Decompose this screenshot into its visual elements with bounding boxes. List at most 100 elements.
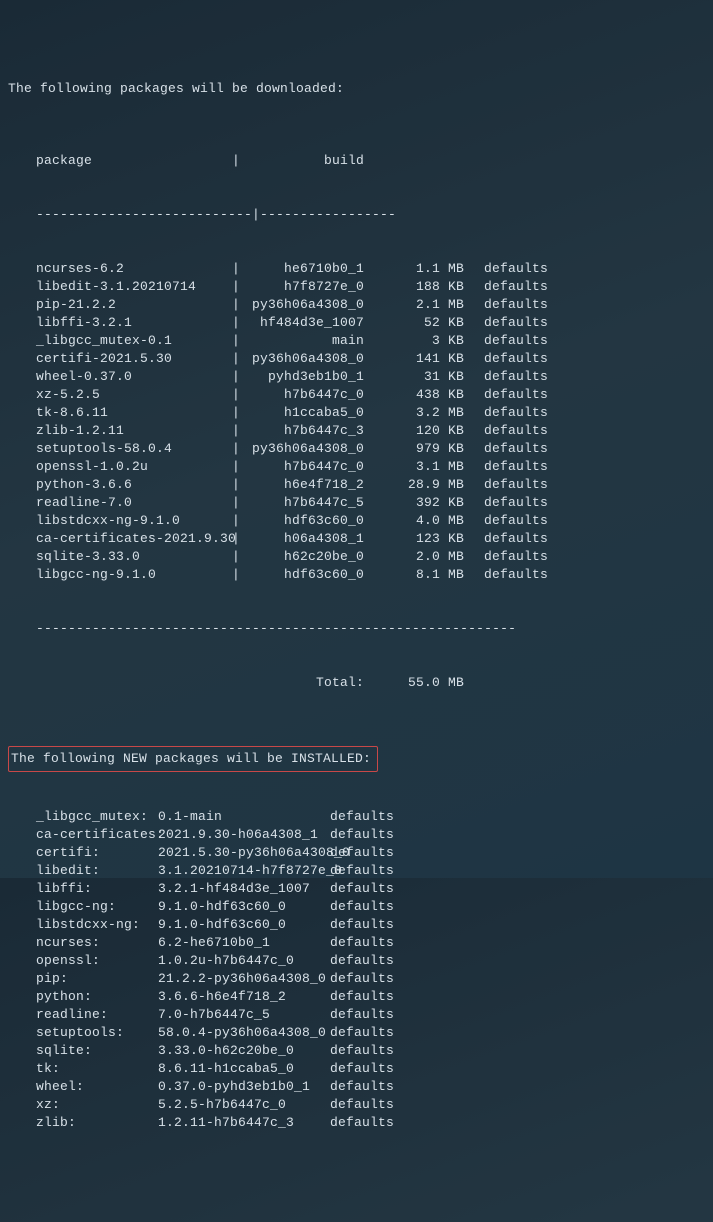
install-package-name: libedit: bbox=[8, 862, 158, 880]
download-row: openssl-1.0.2u|h7b6447c_03.1 MBdefaults bbox=[8, 458, 705, 476]
build-string: h7b6447c_5 bbox=[246, 494, 372, 512]
install-version: 2021.5.30-py36h06a4308_0 bbox=[158, 844, 330, 862]
install-version: 5.2.5-h7b6447c_0 bbox=[158, 1096, 330, 1114]
install-package-name: setuptools: bbox=[8, 1024, 158, 1042]
row-separator: | bbox=[232, 368, 246, 386]
total-row: Total: 55.0 MB bbox=[8, 674, 705, 692]
install-channel: defaults bbox=[330, 1078, 410, 1096]
install-channel: defaults bbox=[330, 844, 410, 862]
install-package-name: python: bbox=[8, 988, 158, 1006]
package-channel: defaults bbox=[472, 530, 552, 548]
install-package-name: sqlite: bbox=[8, 1042, 158, 1060]
download-row: python-3.6.6|h6e4f718_228.9 MBdefaults bbox=[8, 476, 705, 494]
install-row: tk:8.6.11-h1ccaba5_0defaults bbox=[8, 1060, 705, 1078]
install-package-name: libffi: bbox=[8, 880, 158, 898]
install-row: python:3.6.6-h6e4f718_2defaults bbox=[8, 988, 705, 1006]
row-separator: | bbox=[232, 494, 246, 512]
package-size: 979 KB bbox=[372, 440, 472, 458]
package-name: wheel-0.37.0 bbox=[8, 368, 232, 386]
package-size: 52 KB bbox=[372, 314, 472, 332]
install-channel: defaults bbox=[330, 880, 410, 898]
row-separator: | bbox=[232, 314, 246, 332]
build-string: h7b6447c_3 bbox=[246, 422, 372, 440]
install-package-name: ncurses: bbox=[8, 934, 158, 952]
install-version: 9.1.0-hdf63c60_0 bbox=[158, 898, 330, 916]
package-name: zlib-1.2.11 bbox=[8, 422, 232, 440]
package-size: 3.2 MB bbox=[372, 404, 472, 422]
download-row: libffi-3.2.1|hf484d3e_100752 KBdefaults bbox=[8, 314, 705, 332]
install-package-name: wheel: bbox=[8, 1078, 158, 1096]
row-separator: | bbox=[232, 566, 246, 584]
package-channel: defaults bbox=[472, 566, 552, 584]
package-channel: defaults bbox=[472, 332, 552, 350]
package-name: ca-certificates-2021.9.30 bbox=[8, 530, 232, 548]
package-channel: defaults bbox=[472, 458, 552, 476]
install-table-body: _libgcc_mutex:0.1-maindefaultsca-certifi… bbox=[8, 808, 705, 1132]
package-channel: defaults bbox=[472, 512, 552, 530]
download-section-title: The following packages will be downloade… bbox=[8, 80, 705, 98]
install-version: 2021.9.30-h06a4308_1 bbox=[158, 826, 330, 844]
build-string: pyhd3eb1b0_1 bbox=[246, 368, 372, 386]
install-version: 3.1.20210714-h7f8727e_0 bbox=[158, 862, 330, 880]
package-channel: defaults bbox=[472, 296, 552, 314]
install-row: openssl:1.0.2u-h7b6447c_0defaults bbox=[8, 952, 705, 970]
package-name: xz-5.2.5 bbox=[8, 386, 232, 404]
package-size: 141 KB bbox=[372, 350, 472, 368]
install-row: wheel:0.37.0-pyhd3eb1b0_1defaults bbox=[8, 1078, 705, 1096]
package-size: 3 KB bbox=[372, 332, 472, 350]
install-package-name: libstdcxx-ng: bbox=[8, 916, 158, 934]
download-row: tk-8.6.11|h1ccaba5_03.2 MBdefaults bbox=[8, 404, 705, 422]
package-name: readline-7.0 bbox=[8, 494, 232, 512]
build-string: h7f8727e_0 bbox=[246, 278, 372, 296]
download-row: libstdcxx-ng-9.1.0|hdf63c60_04.0 MBdefau… bbox=[8, 512, 705, 530]
build-string: main bbox=[246, 332, 372, 350]
download-row: _libgcc_mutex-0.1|main3 KBdefaults bbox=[8, 332, 705, 350]
download-row: setuptools-58.0.4|py36h06a4308_0979 KBde… bbox=[8, 440, 705, 458]
install-channel: defaults bbox=[330, 952, 410, 970]
install-channel: defaults bbox=[330, 970, 410, 988]
install-channel: defaults bbox=[330, 916, 410, 934]
install-channel: defaults bbox=[330, 1114, 410, 1132]
install-section-highlight: The following NEW packages will be INSTA… bbox=[8, 746, 378, 772]
row-separator: | bbox=[232, 296, 246, 314]
row-separator: | bbox=[232, 458, 246, 476]
package-size: 438 KB bbox=[372, 386, 472, 404]
row-separator: | bbox=[232, 260, 246, 278]
package-channel: defaults bbox=[472, 494, 552, 512]
install-package-name: zlib: bbox=[8, 1114, 158, 1132]
package-size: 188 KB bbox=[372, 278, 472, 296]
download-row: libedit-3.1.20210714|h7f8727e_0188 KBdef… bbox=[8, 278, 705, 296]
package-size: 1.1 MB bbox=[372, 260, 472, 278]
row-separator: | bbox=[232, 350, 246, 368]
package-size: 4.0 MB bbox=[372, 512, 472, 530]
package-name: libffi-3.2.1 bbox=[8, 314, 232, 332]
download-row: wheel-0.37.0|pyhd3eb1b0_131 KBdefaults bbox=[8, 368, 705, 386]
package-size: 120 KB bbox=[372, 422, 472, 440]
package-channel: defaults bbox=[472, 404, 552, 422]
install-package-name: libgcc-ng: bbox=[8, 898, 158, 916]
install-channel: defaults bbox=[330, 1042, 410, 1060]
install-channel: defaults bbox=[330, 988, 410, 1006]
download-row: sqlite-3.33.0|h62c20be_02.0 MBdefaults bbox=[8, 548, 705, 566]
install-row: _libgcc_mutex:0.1-maindefaults bbox=[8, 808, 705, 826]
package-size: 2.0 MB bbox=[372, 548, 472, 566]
install-channel: defaults bbox=[330, 862, 410, 880]
package-channel: defaults bbox=[472, 260, 552, 278]
download-table-body: ncurses-6.2|he6710b0_11.1 MBdefaultslibe… bbox=[8, 260, 705, 584]
package-size: 2.1 MB bbox=[372, 296, 472, 314]
row-separator: | bbox=[232, 512, 246, 530]
install-version: 8.6.11-h1ccaba5_0 bbox=[158, 1060, 330, 1078]
install-row: xz:5.2.5-h7b6447c_0defaults bbox=[8, 1096, 705, 1114]
install-row: ncurses:6.2-he6710b0_1defaults bbox=[8, 934, 705, 952]
package-channel: defaults bbox=[472, 350, 552, 368]
package-name: openssl-1.0.2u bbox=[8, 458, 232, 476]
build-string: h1ccaba5_0 bbox=[246, 404, 372, 422]
install-package-name: xz: bbox=[8, 1096, 158, 1114]
build-string: hf484d3e_1007 bbox=[246, 314, 372, 332]
download-row: readline-7.0|h7b6447c_5392 KBdefaults bbox=[8, 494, 705, 512]
package-name: sqlite-3.33.0 bbox=[8, 548, 232, 566]
header-divider: ---------------------------|------------… bbox=[8, 206, 705, 224]
download-row: zlib-1.2.11|h7b6447c_3120 KBdefaults bbox=[8, 422, 705, 440]
install-row: ca-certificates:2021.9.30-h06a4308_1defa… bbox=[8, 826, 705, 844]
build-string: py36h06a4308_0 bbox=[246, 350, 372, 368]
